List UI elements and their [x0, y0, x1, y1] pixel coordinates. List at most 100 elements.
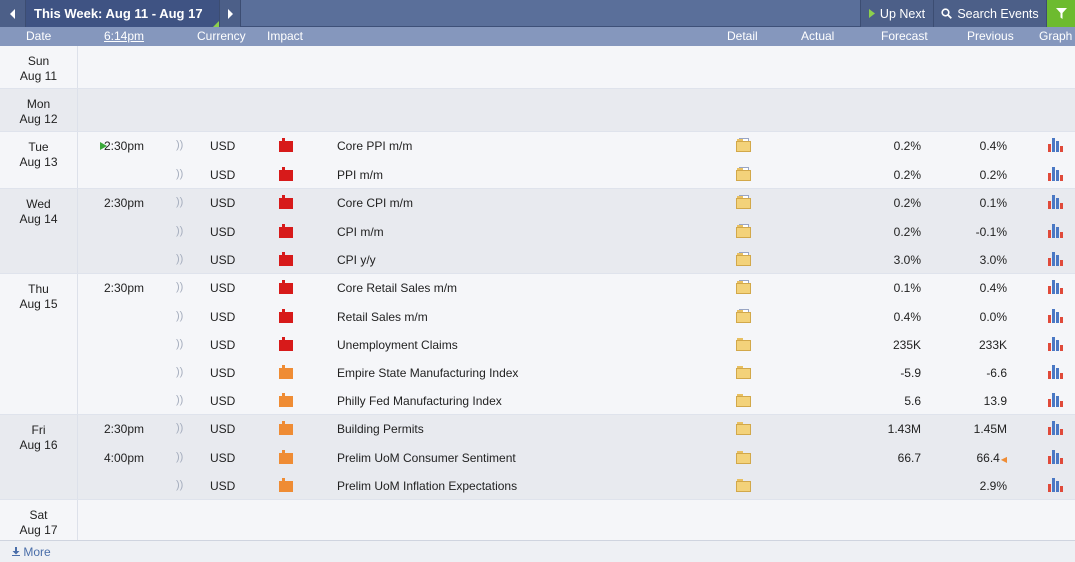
graph-bar: [1056, 255, 1059, 266]
event-row[interactable]: )) USD CPI m/m 0.2% -0.1%: [78, 217, 1075, 245]
high-impact-folder-icon[interactable]: [279, 337, 293, 351]
bar-graph-icon[interactable]: [1048, 393, 1064, 407]
revised-indicator-icon[interactable]: ◀: [1001, 455, 1007, 464]
event-name[interactable]: Building Permits: [337, 422, 424, 436]
high-impact-folder-icon[interactable]: [279, 224, 293, 238]
event-name[interactable]: CPI y/y: [337, 253, 376, 267]
event-name[interactable]: PPI m/m: [337, 168, 383, 182]
sound-alert-icon[interactable]: )): [176, 253, 183, 265]
event-name[interactable]: Empire State Manufacturing Index: [337, 366, 518, 380]
folder-doc-icon[interactable]: [736, 195, 752, 209]
event-name[interactable]: Core Retail Sales m/m: [337, 281, 457, 295]
sound-alert-icon[interactable]: )): [176, 394, 183, 406]
bar-graph-icon[interactable]: [1048, 478, 1064, 492]
sound-alert-icon[interactable]: )): [176, 366, 183, 378]
next-week-button[interactable]: [219, 0, 241, 27]
chevron-left-icon: [9, 8, 15, 19]
sound-alert-icon[interactable]: )): [176, 168, 183, 180]
day-date: Aug 11: [19, 69, 58, 83]
sound-alert-icon[interactable]: )): [176, 281, 183, 293]
folder-body-icon: [736, 453, 751, 464]
high-impact-folder-icon[interactable]: [279, 195, 293, 209]
folder-doc-icon[interactable]: [736, 138, 752, 152]
event-previous: -6.6: [952, 366, 1007, 380]
bar-graph-icon[interactable]: [1048, 365, 1064, 379]
event-currency: USD: [210, 310, 236, 324]
folder-icon[interactable]: [736, 394, 752, 407]
search-events-button[interactable]: Search Events: [933, 0, 1046, 27]
event-row[interactable]: 2:30pm)) USD Building Permits 1.43M 1.45M: [78, 415, 1075, 443]
bar-graph-icon[interactable]: [1048, 280, 1064, 294]
event-row[interactable]: )) USD Retail Sales m/m 0.4% 0.0%: [78, 302, 1075, 330]
event-row[interactable]: 4:00pm)) USD Prelim UoM Consumer Sentiment…: [78, 443, 1075, 471]
event-name[interactable]: Philly Fed Manufacturing Index: [337, 394, 502, 408]
bar-graph-icon[interactable]: [1048, 450, 1064, 464]
event-row[interactable]: 2:30pm)) USD Core Retail Sales m/m 0.1% 0.4%: [78, 274, 1075, 302]
event-name[interactable]: Unemployment Claims: [337, 338, 458, 352]
bar-graph-icon[interactable]: [1048, 337, 1064, 351]
sound-alert-icon[interactable]: )): [176, 225, 183, 237]
event-name[interactable]: Core CPI m/m: [337, 196, 413, 210]
folder-icon[interactable]: [736, 366, 752, 379]
graph-bar: [1060, 260, 1063, 266]
medium-impact-folder-icon[interactable]: [279, 365, 293, 379]
sound-alert-icon[interactable]: )): [176, 451, 183, 463]
event-row[interactable]: )) USD CPI y/y 3.0% 3.0%: [78, 245, 1075, 273]
event-name[interactable]: Retail Sales m/m: [337, 310, 428, 324]
sound-alert-icon[interactable]: )): [176, 422, 183, 434]
high-impact-folder-icon[interactable]: [279, 280, 293, 294]
folder-doc-icon[interactable]: [736, 224, 752, 238]
folder-doc-icon[interactable]: [736, 309, 752, 323]
folder-icon[interactable]: [736, 338, 752, 351]
event-row[interactable]: )) USD Philly Fed Manufacturing Index 5.6 13…: [78, 386, 1075, 414]
sound-alert-icon[interactable]: )): [176, 310, 183, 322]
medium-impact-folder-icon[interactable]: [279, 478, 293, 492]
medium-impact-folder-icon[interactable]: [279, 421, 293, 435]
event-currency: USD: [210, 253, 236, 267]
event-row[interactable]: )) USD Empire State Manufacturing Index -5.…: [78, 358, 1075, 386]
event-row[interactable]: )) USD Unemployment Claims 235K 233K: [78, 330, 1075, 358]
medium-impact-folder-icon[interactable]: [279, 450, 293, 464]
folder-doc-icon[interactable]: [736, 167, 752, 181]
folder-icon[interactable]: [736, 451, 752, 464]
folder-icon[interactable]: [736, 422, 752, 435]
graph-bar: [1048, 343, 1051, 351]
event-row[interactable]: 2:30pm)) USD Core CPI m/m 0.2% 0.1%: [78, 189, 1075, 217]
high-impact-folder-icon[interactable]: [279, 252, 293, 266]
event-name[interactable]: CPI m/m: [337, 225, 384, 239]
event-name[interactable]: Core PPI m/m: [337, 139, 412, 153]
bar-graph-icon[interactable]: [1048, 224, 1064, 238]
graph-bar: [1052, 224, 1055, 238]
high-impact-folder-icon[interactable]: [279, 138, 293, 152]
bar-graph-icon[interactable]: [1048, 252, 1064, 266]
previous-week-button[interactable]: [0, 0, 26, 27]
event-name[interactable]: Prelim UoM Inflation Expectations: [337, 479, 517, 493]
event-row[interactable]: )) USD PPI m/m 0.2% 0.2%: [78, 160, 1075, 188]
day-date: Aug 15: [19, 297, 58, 311]
medium-impact-folder-icon[interactable]: [279, 393, 293, 407]
up-next-button[interactable]: Up Next: [860, 0, 933, 27]
event-row[interactable]: 2:30pm)) USD Core PPI m/m 0.2% 0.4%: [78, 132, 1075, 160]
folder-icon[interactable]: [736, 479, 752, 492]
week-selector[interactable]: This Week: Aug 11 - Aug 17: [26, 0, 219, 27]
event-row[interactable]: )) USD Prelim UoM Inflation Expectations 2.…: [78, 471, 1075, 499]
bar-graph-icon[interactable]: [1048, 195, 1064, 209]
bar-graph-icon[interactable]: [1048, 421, 1064, 435]
sound-alert-icon[interactable]: )): [176, 139, 183, 151]
high-impact-folder-icon[interactable]: [279, 167, 293, 181]
event-forecast: 0.4%: [893, 310, 921, 324]
current-time-link[interactable]: 6:14pm: [104, 29, 144, 43]
bar-graph-icon[interactable]: [1048, 309, 1064, 323]
filter-button[interactable]: [1046, 0, 1075, 27]
sound-alert-icon[interactable]: )): [176, 196, 183, 208]
event-name[interactable]: Prelim UoM Consumer Sentiment: [337, 451, 516, 465]
bar-graph-icon[interactable]: [1048, 167, 1064, 181]
event-forecast: 235K: [892, 338, 921, 352]
bar-graph-icon[interactable]: [1048, 138, 1064, 152]
high-impact-folder-icon[interactable]: [279, 309, 293, 323]
more-link[interactable]: More: [12, 545, 51, 559]
sound-alert-icon[interactable]: )): [176, 338, 183, 350]
sound-alert-icon[interactable]: )): [176, 479, 183, 491]
folder-doc-icon[interactable]: [736, 280, 752, 294]
folder-doc-icon[interactable]: [736, 252, 752, 266]
